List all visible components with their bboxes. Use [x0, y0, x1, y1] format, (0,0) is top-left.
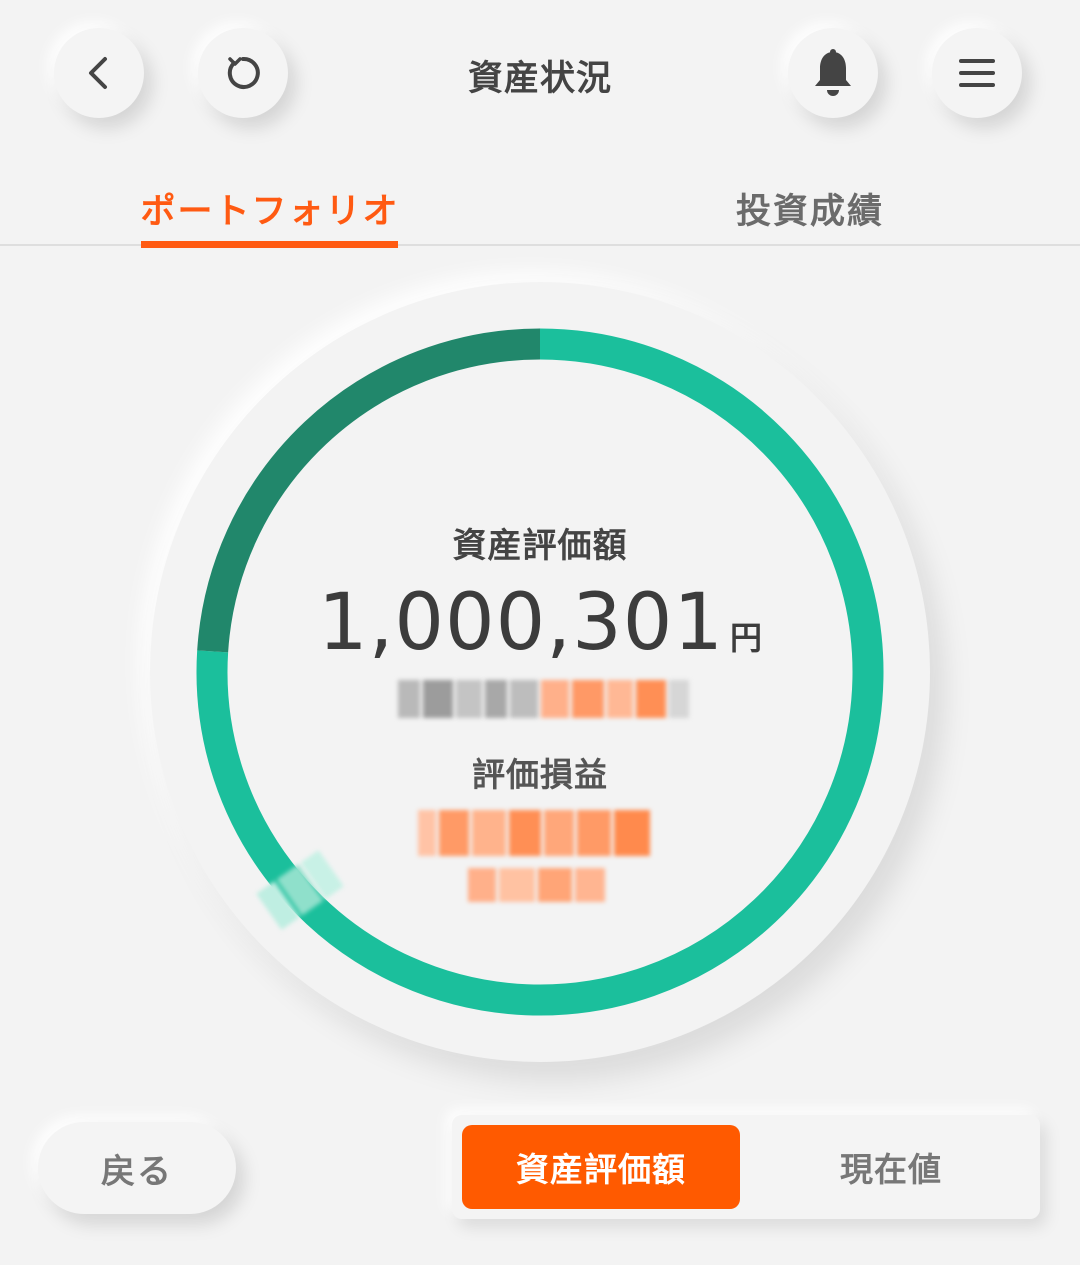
- toggle-asset-valuation[interactable]: 資産評価額: [462, 1125, 740, 1209]
- back-button[interactable]: 戻る: [38, 1122, 236, 1214]
- notification-button[interactable]: [788, 28, 878, 118]
- menu-button[interactable]: [932, 28, 1022, 118]
- refresh-icon: [227, 56, 260, 89]
- asset-valuation-value: 1,000,301 円: [300, 578, 780, 668]
- tab-portfolio[interactable]: ポートフォリオ: [120, 183, 420, 234]
- hamburger-menu-icon: [959, 59, 995, 87]
- redacted-pl-amount: [418, 810, 650, 856]
- bell-icon: [815, 49, 851, 96]
- refresh-button[interactable]: [198, 28, 288, 118]
- back-nav-button[interactable]: [54, 28, 144, 118]
- toggle-current-price[interactable]: 現在値: [752, 1125, 1030, 1209]
- active-tab-indicator: [141, 241, 398, 248]
- asset-valuation-label: 資産評価額: [452, 526, 628, 566]
- asset-valuation-amount: 1,000,301: [318, 578, 724, 668]
- portfolio-donut-card: [150, 282, 930, 1062]
- portfolio-donut-chart: [196, 328, 884, 1016]
- currency-unit: 円: [729, 619, 762, 657]
- redacted-comparison-text: [398, 680, 689, 718]
- unrealized-pl-label: 評価損益: [472, 755, 608, 794]
- value-mode-toggle: 資産評価額 現在値: [452, 1115, 1040, 1219]
- chevron-left-icon: [89, 57, 107, 89]
- redacted-pl-percent: [468, 868, 605, 902]
- asset-status-screen: 資産状況 ポートフォリオ 投資成績 資産評価額 1,000,301 円 評価損益…: [0, 0, 1080, 1265]
- tab-investment-results[interactable]: 投資成績: [660, 183, 960, 234]
- page-title: 資産状況: [467, 59, 612, 99]
